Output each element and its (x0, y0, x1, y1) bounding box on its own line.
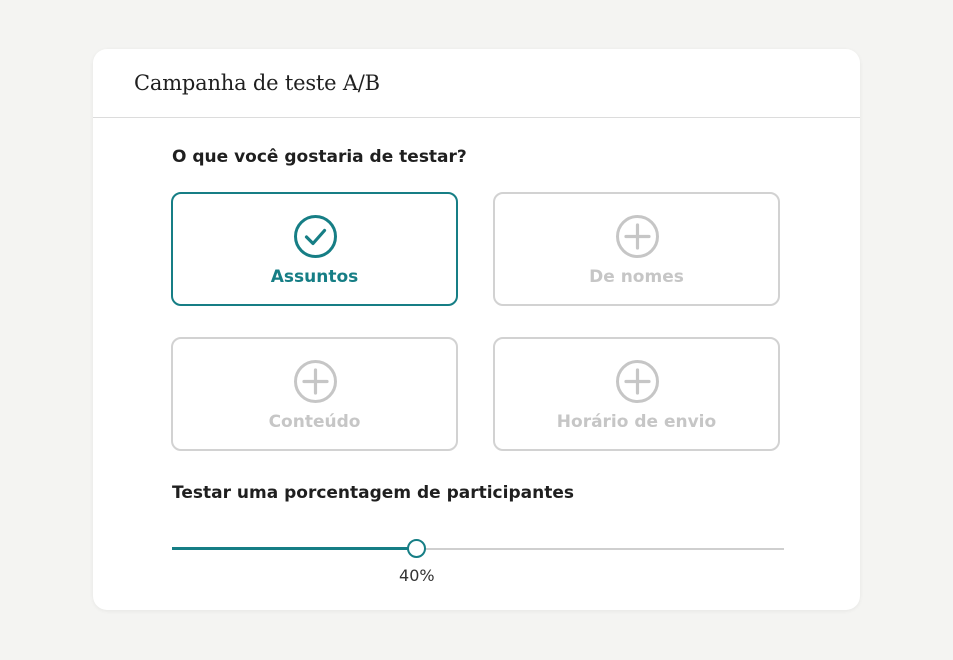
option-label: Conteúdo (268, 412, 361, 432)
card-header: Campanha de teste A/B (93, 49, 860, 118)
slider-value: 40% (399, 566, 435, 585)
ab-test-card: Campanha de teste A/B O que você gostari… (93, 49, 860, 610)
plus-circle-icon (616, 215, 659, 258)
question-label: O que você gostaria de testar? (172, 147, 467, 167)
slider-fill (172, 547, 417, 550)
option-label: Assuntos (270, 267, 359, 287)
option-send-time[interactable]: Horário de envio (493, 337, 780, 451)
option-label: Horário de envio (556, 412, 717, 432)
slider-thumb[interactable] (407, 539, 427, 558)
option-subjects[interactable]: Assuntos (171, 192, 458, 306)
option-label: De nomes (589, 267, 684, 287)
percentage-label: Testar uma porcentagem de participantes (172, 483, 574, 503)
check-circle-icon (294, 215, 337, 258)
option-from-names[interactable]: De nomes (493, 192, 780, 306)
percentage-slider[interactable] (172, 535, 784, 563)
card-title: Campanha de teste A/B (134, 71, 380, 95)
option-content[interactable]: Conteúdo (171, 337, 458, 451)
plus-circle-icon (616, 360, 659, 403)
plus-circle-icon (294, 360, 337, 403)
